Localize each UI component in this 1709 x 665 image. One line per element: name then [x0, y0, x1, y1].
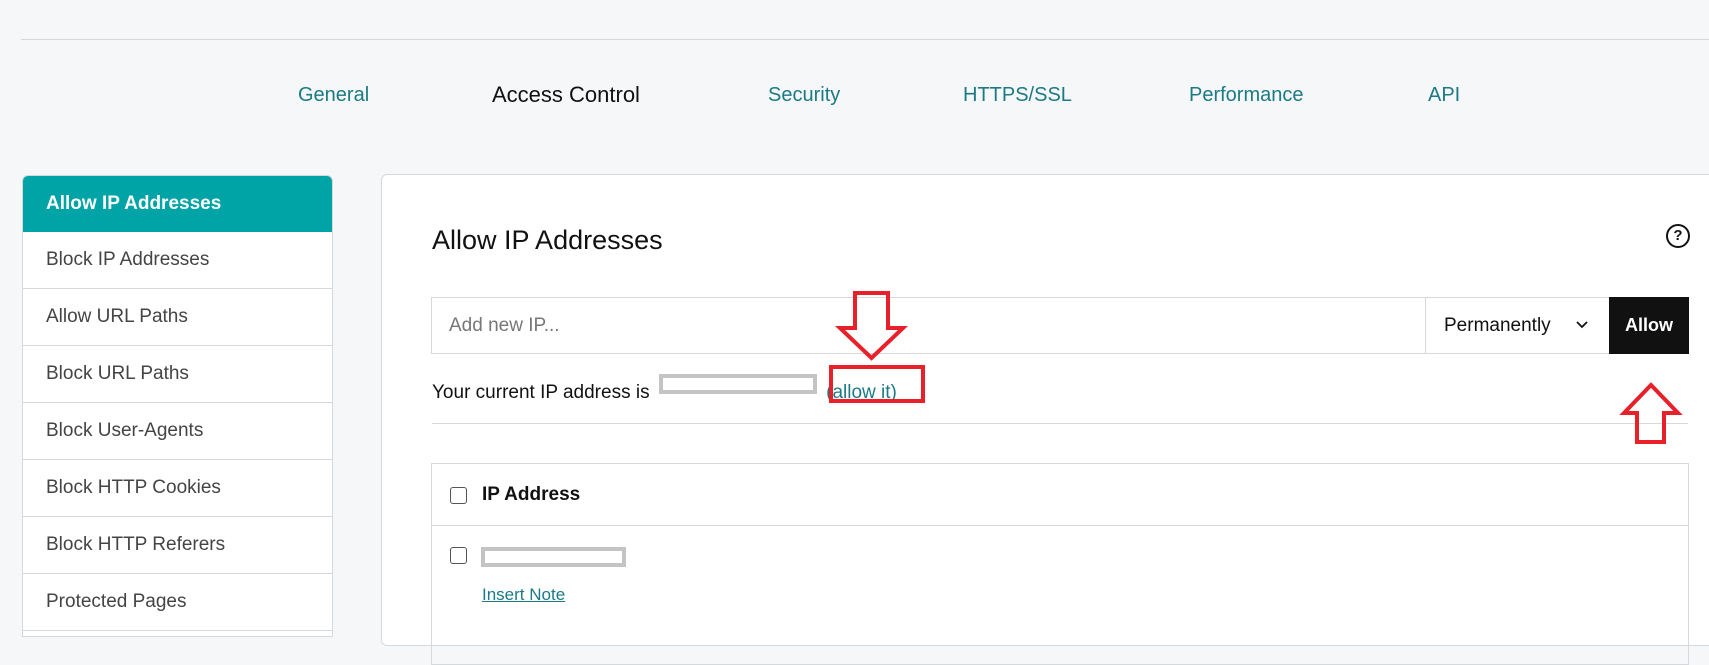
duration-select[interactable]: Permanently — [1425, 298, 1609, 353]
ip-redacted — [481, 547, 626, 567]
row-checkbox[interactable] — [450, 547, 467, 564]
current-ip-label: Your current IP address is — [432, 382, 650, 403]
sidebar-item-allow-url-paths[interactable]: Allow URL Paths — [23, 289, 332, 346]
add-ip-input[interactable] — [432, 298, 1439, 353]
sidebar-item-allow-ip-addresses[interactable]: Allow IP Addresses — [23, 176, 332, 232]
annotation-highlight-box — [829, 365, 925, 403]
settings-tabs: General Access Control Security HTTPS/SS… — [0, 82, 1709, 116]
tab-general[interactable]: General — [298, 84, 369, 107]
sidebar-item-block-ip-addresses[interactable]: Block IP Addresses — [23, 232, 332, 289]
duration-selected-value: Permanently — [1444, 315, 1551, 336]
tab-security[interactable]: Security — [768, 84, 840, 107]
table-header: IP Address — [432, 464, 1688, 526]
sidebar-item-block-http-cookies[interactable]: Block HTTP Cookies — [23, 460, 332, 517]
header-divider — [21, 39, 1709, 40]
select-all-checkbox[interactable] — [450, 487, 467, 504]
tab-access-control[interactable]: Access Control — [492, 82, 640, 108]
section-divider — [432, 423, 1688, 424]
current-ip-line: Your current IP address is (allow it) — [432, 374, 897, 404]
current-ip-redacted — [658, 374, 817, 394]
allowed-ip-table: IP Address Insert Note — [431, 463, 1689, 665]
sidebar-item-block-http-referers[interactable]: Block HTTP Referers — [23, 517, 332, 574]
add-ip-form: Permanently Allow — [431, 297, 1689, 354]
tab-https-ssl[interactable]: HTTPS/SSL — [963, 84, 1072, 107]
allow-button[interactable]: Allow — [1609, 297, 1689, 354]
annotation-up-arrow-icon — [1619, 382, 1683, 444]
access-control-sidebar: Allow IP Addresses Block IP Addresses Al… — [22, 175, 333, 637]
annotation-down-arrow-icon — [835, 291, 908, 361]
sidebar-item-block-url-paths[interactable]: Block URL Paths — [23, 346, 332, 403]
chevron-down-icon — [1575, 298, 1589, 376]
column-header-ip-address: IP Address — [482, 484, 581, 505]
sidebar-item-protected-pages[interactable]: Protected Pages — [23, 574, 332, 631]
page-title: Allow IP Addresses — [432, 225, 663, 255]
tab-performance[interactable]: Performance — [1189, 84, 1304, 107]
allow-ip-panel: Allow IP Addresses ? Permanently Allow Y… — [381, 174, 1709, 665]
question-circle-icon[interactable]: ? — [1666, 224, 1690, 248]
tab-api[interactable]: API — [1428, 84, 1460, 107]
table-row: Insert Note — [432, 526, 1688, 646]
sidebar-item-block-user-agents[interactable]: Block User-Agents — [23, 403, 332, 460]
insert-note-link[interactable]: Insert Note — [482, 585, 565, 605]
